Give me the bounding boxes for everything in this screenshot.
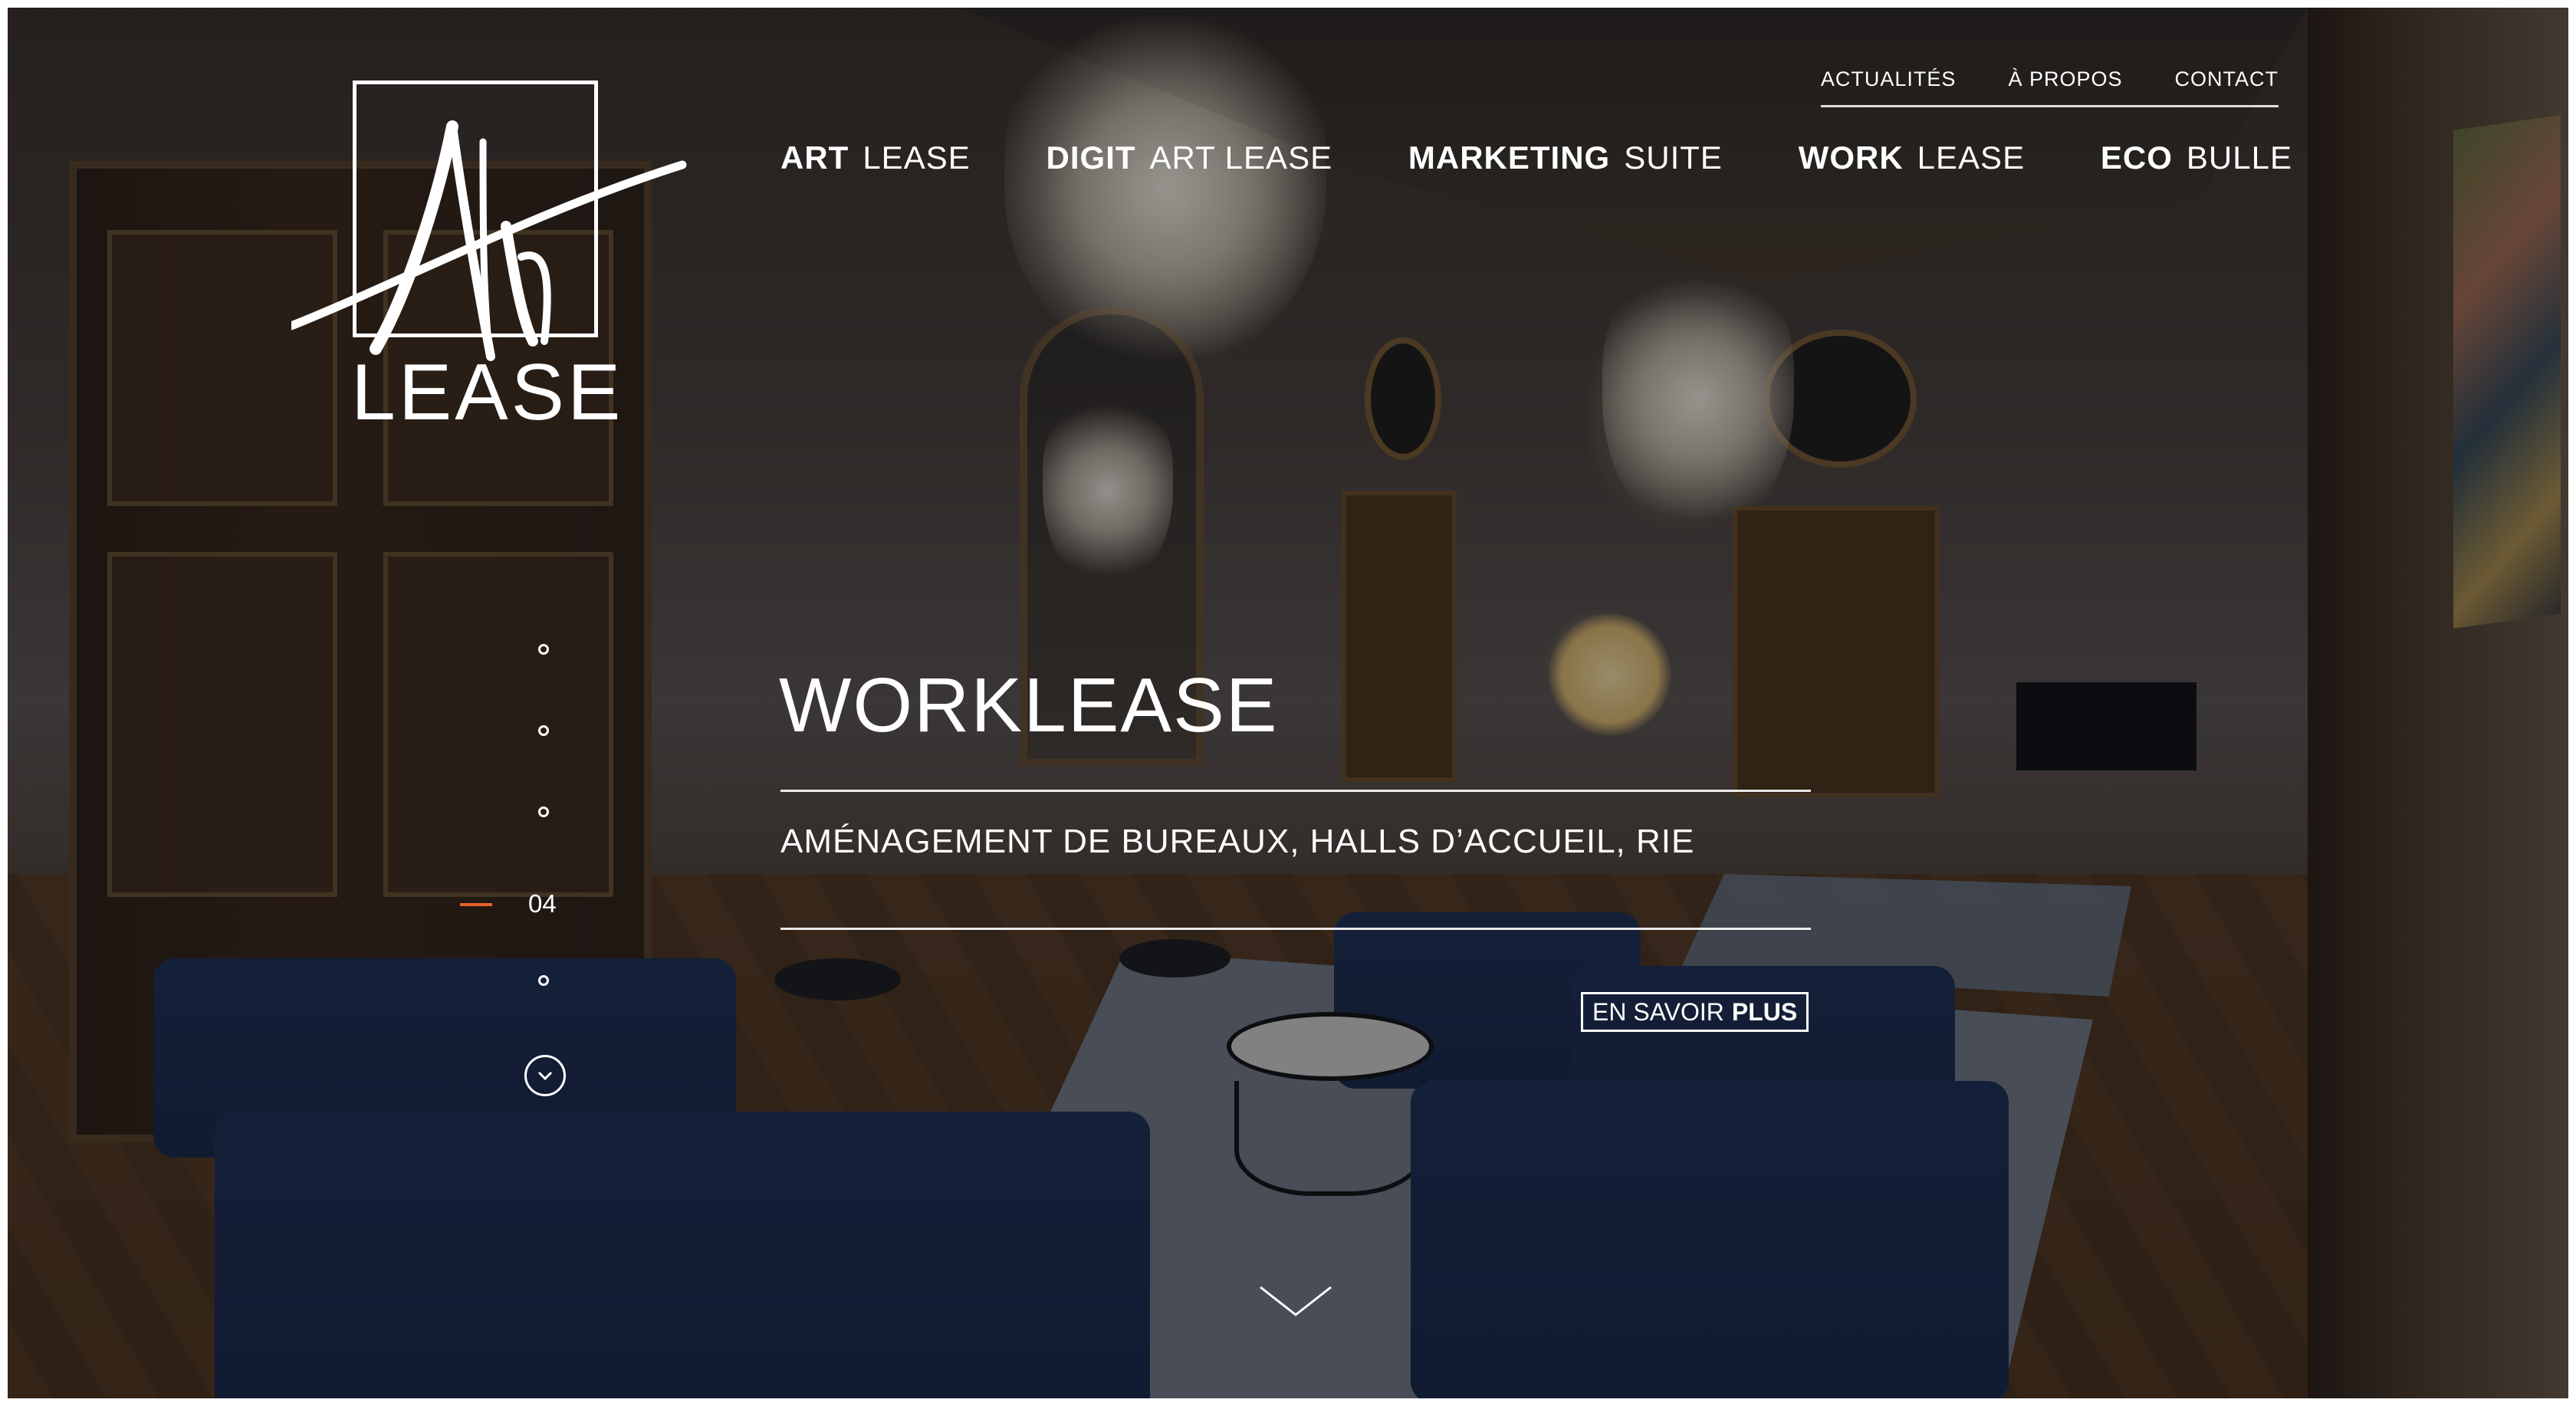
main-nav: ART LEASE DIGIT ART LEASE MARKETING SUITE W… bbox=[780, 140, 2292, 176]
learn-more-button[interactable]: EN SAVOIR PLUS bbox=[1581, 992, 1809, 1032]
divider bbox=[780, 928, 1811, 930]
main-nav-work-lease[interactable]: WORK LEASE bbox=[1799, 140, 2025, 176]
nav-link-actualites[interactable]: ACTUALITÉS bbox=[1821, 67, 1957, 91]
cta-label-bold: PLUS bbox=[1731, 997, 1798, 1026]
slide-dot-5[interactable] bbox=[538, 975, 549, 986]
slide-dot-3[interactable] bbox=[538, 806, 549, 817]
slide-indicator-current[interactable]: 04 bbox=[452, 889, 560, 920]
nav-light: LEASE bbox=[863, 140, 971, 176]
chevron-down-icon bbox=[537, 1071, 553, 1081]
artlease-logo[interactable]: LEASE bbox=[291, 80, 690, 441]
nav-light: SUITE bbox=[1624, 140, 1723, 176]
current-slide-number: 04 bbox=[528, 889, 557, 918]
chevron-down-icon[interactable] bbox=[1257, 1284, 1334, 1319]
slide-pager: 04 bbox=[452, 644, 566, 1119]
main-nav-eco-bulle[interactable]: ECO BULLE bbox=[2101, 140, 2292, 176]
current-slide-marker bbox=[460, 903, 492, 906]
slide-dot-2[interactable] bbox=[538, 725, 549, 736]
logo-script-mark bbox=[291, 120, 687, 361]
main-nav-art-lease[interactable]: ART LEASE bbox=[780, 140, 971, 176]
nav-light: BULLE bbox=[2186, 140, 2292, 176]
nav-link-a-propos[interactable]: À PROPOS bbox=[2008, 67, 2122, 91]
main-nav-marketing-suite[interactable]: MARKETING SUITE bbox=[1408, 140, 1723, 176]
nav-light: ART LEASE bbox=[1149, 140, 1333, 176]
slide-dot-1[interactable] bbox=[538, 644, 549, 655]
divider bbox=[780, 790, 1811, 792]
hero-slide: LEASE ACTUALITÉS À PROPOS CONTACT ART LEA… bbox=[8, 8, 2568, 1398]
main-nav-digit-art-lease[interactable]: DIGIT ART LEASE bbox=[1046, 140, 1333, 176]
utility-nav: ACTUALITÉS À PROPOS CONTACT bbox=[1820, 67, 2279, 107]
nav-bold: DIGIT bbox=[1046, 140, 1136, 176]
next-slide-button[interactable] bbox=[524, 1055, 566, 1096]
nav-link-contact[interactable]: CONTACT bbox=[2175, 67, 2279, 91]
hero-title: WORKLEASE bbox=[779, 662, 1279, 748]
nav-light: LEASE bbox=[1917, 140, 2026, 176]
nav-bold: WORK bbox=[1798, 140, 1904, 176]
hero-subtitle: AMÉNAGEMENT DE BUREAUX, HALLS D’ACCUEIL,… bbox=[780, 823, 1695, 860]
logo-wordmark: LEASE bbox=[351, 348, 624, 437]
nav-bold: ECO bbox=[2100, 140, 2173, 176]
nav-bold: ART bbox=[780, 140, 849, 176]
cta-label-regular: EN SAVOIR bbox=[1592, 997, 1724, 1026]
nav-bold: MARKETING bbox=[1408, 140, 1611, 176]
